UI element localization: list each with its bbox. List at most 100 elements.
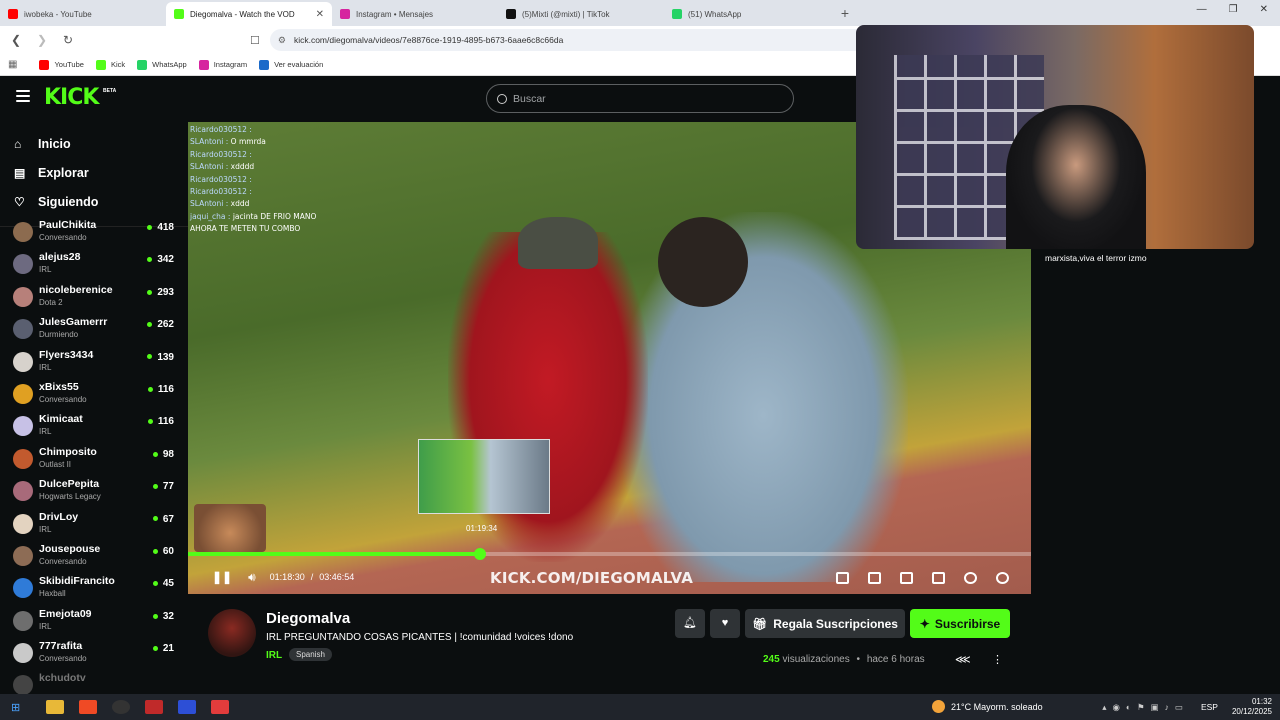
sidebar-item-channel[interactable]: SkibidiFrancito Haxball 45 [0, 572, 188, 604]
follow-button[interactable]: ♥ [710, 609, 740, 638]
bookmark-favicon-icon [39, 59, 50, 70]
new-tab-button[interactable]: + [830, 2, 860, 26]
channel-name[interactable]: Diegomalva [266, 610, 350, 627]
channel-category: Conversando [39, 233, 87, 242]
reload-icon[interactable]: ↻ [58, 33, 78, 47]
sidebar-item-channel[interactable]: PaulChikita Conversando 418 [0, 216, 188, 248]
sidebar-item-channel[interactable]: Jousepouse Conversando 60 [0, 540, 188, 572]
sidebar-item-channel[interactable]: Emejota09 IRL 32 [0, 605, 188, 637]
clock-time: 01:32 [1251, 697, 1272, 706]
sidebar-item-channel[interactable]: DrivLoy IRL 67 [0, 508, 188, 540]
close-tab-icon[interactable]: ✕ [316, 9, 324, 20]
progress-bar[interactable] [188, 548, 1031, 560]
chat-user: SLAntoni : [190, 137, 229, 147]
clock-date: 20/12/2025 [1231, 707, 1272, 716]
tab-favicon-icon [506, 9, 516, 19]
settings-icon[interactable] [996, 572, 1009, 584]
avatar[interactable] [208, 609, 256, 657]
tray-icons[interactable]: ▴◉◐⚑▣♪▭ [1102, 702, 1189, 713]
home-icon: ⌂ [14, 136, 22, 151]
miniplayer-icon[interactable] [836, 572, 849, 584]
minimize-icon[interactable]: — [1197, 4, 1207, 15]
channel-name: alejus28 [39, 251, 81, 264]
viewer-count: 116 [148, 384, 174, 395]
gift-subs-button[interactable]: 🎁︎ Regala Suscripciones [745, 609, 905, 638]
bookmark-item[interactable]: WhatsApp [137, 59, 187, 70]
file-explorer-icon[interactable] [46, 700, 65, 714]
search-input[interactable]: Buscar [486, 84, 794, 113]
avatar [13, 675, 33, 694]
language-tag[interactable]: Spanish [289, 648, 332, 661]
browser-tab[interactable]: (5)Mixti (@mixti) | TikTok [498, 2, 664, 26]
language-indicator[interactable]: ESP [1201, 702, 1218, 712]
sidebar-item-channel[interactable]: Chimposito Outlast II 98 [0, 443, 188, 475]
stream-watermark: KICK.COM/DIEGOMALVA [490, 569, 694, 587]
sidebar-item-channel[interactable]: Kimicaat IRL 116 [0, 410, 188, 442]
fullscreen-icon[interactable] [932, 572, 945, 584]
browser-tab[interactable]: Instagram • Mensajes [332, 2, 498, 26]
sidebar-item-channel[interactable]: xBixs55 Conversando 116 [0, 378, 188, 410]
nav-explorar[interactable]: ▤ Explorar [0, 158, 188, 187]
pause-icon[interactable]: ❚❚ [212, 570, 232, 584]
bookmark-favicon-icon [95, 59, 106, 70]
channel-category: Conversando [39, 394, 87, 404]
chat-message: SLAntoni : O mmrda [190, 136, 316, 148]
clock[interactable]: 01:32 20/12/2025 [1232, 697, 1272, 717]
weather-widget[interactable]: 21°C Mayorm. soleado [932, 700, 1043, 713]
theater-icon[interactable] [900, 572, 913, 584]
heart-icon: ♥ [721, 617, 729, 629]
sidebar-item-channel[interactable]: 777rafita Conversando 21 [0, 637, 188, 669]
sidebar-item-channel[interactable]: JulesGamerrr Durmiendo 262 [0, 313, 188, 345]
site-settings-icon[interactable]: ⚙ [278, 35, 286, 46]
back-icon[interactable]: ❮ [6, 33, 26, 47]
share-icon[interactable]: ⋘ [955, 653, 971, 666]
more-icon[interactable]: ⋮ [992, 653, 1003, 666]
player-right-controls [836, 572, 1009, 584]
chat-overlay: Ricardo030512 : SLAntoni : O mmrda Ricard… [188, 124, 316, 236]
bookmark-item[interactable]: Kick [95, 59, 125, 70]
avatar [13, 578, 33, 599]
playback-speed-icon[interactable] [964, 572, 977, 584]
bookmark-label: Instagram [213, 60, 248, 69]
bookmark-icon[interactable]: ☐ [250, 34, 260, 47]
chat-message: SLAntoni : xdddd [190, 161, 316, 173]
sidebar-item-channel[interactable]: Flyers3434 IRL 139 [0, 346, 188, 378]
app-icon[interactable] [112, 700, 131, 714]
sidebar-item-channel[interactable]: alejus28 IRL 342 [0, 248, 188, 280]
avatar [13, 545, 33, 566]
menu-icon[interactable] [16, 90, 30, 102]
sidebar-item-channel[interactable]: DulcePepita Hogwarts Legacy 77 [0, 475, 188, 507]
app-icon[interactable] [145, 700, 164, 714]
browser-tab[interactable]: (51) WhatsApp [664, 2, 830, 26]
sidebar-item-channel[interactable]: nicoleberenice Dota 2 293 [0, 281, 188, 313]
close-window-icon[interactable]: ✕ [1260, 4, 1268, 15]
avatar [13, 319, 33, 340]
windows-start-icon[interactable]: ⊞ [11, 701, 20, 714]
channel-name: Flyers3434 [39, 348, 94, 361]
bookmark-item[interactable]: YouTube [39, 59, 84, 70]
kick-logo[interactable]: KICK [44, 85, 99, 110]
seek-preview-thumbnail [418, 439, 550, 514]
bookmark-item[interactable]: Ver evaluación [259, 59, 323, 70]
avatar [13, 643, 33, 664]
volume-icon[interactable]: 🔊︎ [248, 570, 256, 585]
notification-button[interactable]: 🔔︎ [675, 609, 705, 638]
browser-tab[interactable]: iwobeka - YouTube [0, 2, 166, 26]
clip-icon[interactable] [868, 572, 881, 584]
app-icon[interactable] [178, 700, 197, 714]
url-field[interactable]: ⚙ kick.com/diegomalva/videos/7e8876ce-19… [269, 29, 880, 51]
app-icon[interactable] [211, 700, 230, 714]
browser-tab[interactable]: Diegomalva - Watch the VOD ✕ [166, 2, 332, 26]
bookmark-item[interactable]: Instagram [198, 59, 248, 70]
sidebar-item-channel[interactable]: kchudotv [0, 669, 188, 694]
stream-category[interactable]: IRL [266, 650, 282, 661]
subscribe-button[interactable]: ✦ Suscribirse [910, 609, 1010, 638]
nav-inicio[interactable]: ⌂ Inicio [0, 129, 188, 158]
progress-knob[interactable] [473, 548, 486, 560]
forward-icon[interactable]: ❯ [32, 33, 52, 47]
brave-icon[interactable] [79, 700, 98, 714]
channel-category: Haxball [39, 589, 66, 599]
apps-grid-icon[interactable]: ▦ [8, 59, 17, 70]
restore-icon[interactable]: ❐ [1229, 4, 1238, 15]
nav-siguiendo[interactable]: ♡ Siguiendo [0, 187, 188, 216]
